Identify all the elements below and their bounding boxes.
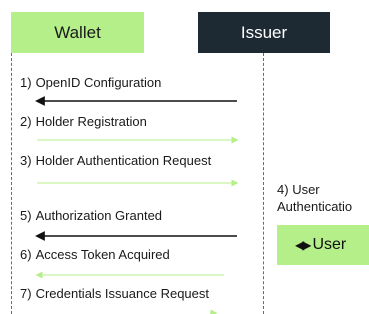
message-label: Credentials Issuance Request — [35, 286, 209, 301]
self-message-note: 4) User Authenticatio — [277, 181, 352, 215]
note-number: 4) — [277, 182, 289, 197]
message-label: Holder Authentication Request — [35, 153, 212, 168]
message-label: Access Token Acquired — [35, 247, 170, 262]
double-arrow-icon: ◀▶ — [295, 238, 312, 252]
message-number: 7) — [20, 286, 32, 301]
message-number: 3) — [20, 153, 32, 168]
message-6: 6) Access Token Acquired — [20, 247, 170, 263]
message-number: 2) — [20, 114, 32, 129]
message-7: 7) Credentials Issuance Request — [20, 286, 209, 302]
message-label: Holder Registration — [35, 114, 147, 129]
message-number: 6) — [20, 247, 32, 262]
message-3: 3) Holder Authentication Request — [20, 153, 211, 169]
message-number: 1) — [20, 75, 32, 90]
note-label-line2: Authenticatio — [277, 199, 353, 214]
message-1: 1) OpenID Configuration — [20, 75, 161, 91]
user-activation-box: ◀▶ User — [277, 225, 369, 265]
sequence-diagram: Wallet Issuer 1) OpenID Configuration 2) H… — [0, 0, 369, 314]
message-5: 5) Authorization Granted — [20, 208, 162, 224]
activation-label: User — [312, 236, 347, 253]
note-label: User — [292, 182, 320, 197]
message-2: 2) Holder Registration — [20, 114, 147, 130]
message-label: OpenID Configuration — [35, 75, 162, 90]
message-number: 5) — [20, 208, 32, 223]
message-label: Authorization Granted — [35, 208, 163, 223]
